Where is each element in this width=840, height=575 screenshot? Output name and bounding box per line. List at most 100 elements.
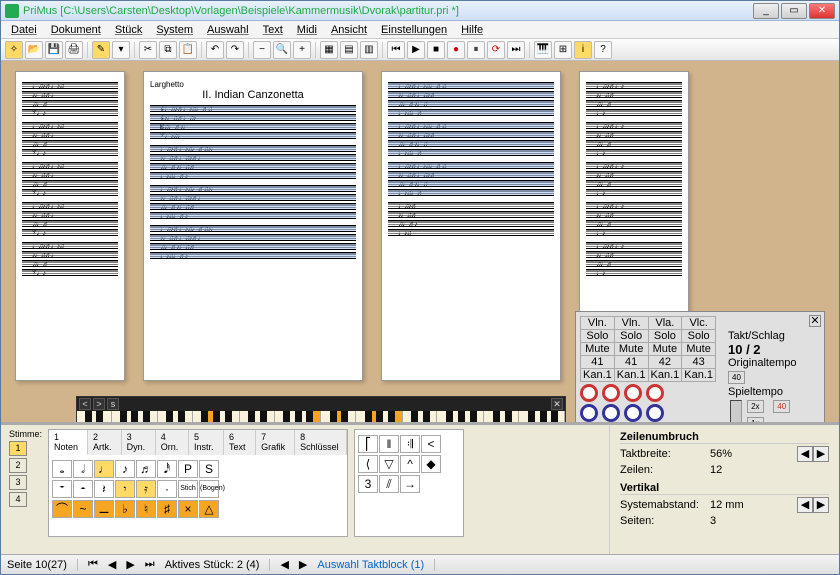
white-key[interactable] [519,411,531,424]
white-key[interactable] [112,411,124,424]
close-button[interactable]: ✕ [809,3,835,19]
tool-flat-icon[interactable]: ♭ [115,500,135,518]
help-button[interactable]: ? [594,41,612,59]
copy-button[interactable]: ⧉ [159,41,177,59]
white-key[interactable] [449,411,461,424]
tab-schluessel[interactable]: 8 Schlüssel [295,430,347,455]
play-button[interactable]: ▶ [407,41,425,59]
white-key[interactable] [77,411,89,424]
white-key[interactable] [368,411,380,424]
piece-prev-button[interactable]: ◀ [280,558,288,571]
kb-s-button[interactable]: s [107,398,119,410]
tab-noten[interactable]: 1 Noten [49,430,88,455]
voice-1-button[interactable]: 1 [9,441,27,456]
mute-button[interactable]: Mute [581,343,615,356]
score-canvas[interactable]: ♩♫♪♬♩♪♫♪♩♫♬♩♫♩♬𝄢 ♩♪ ♩♫♪♬♩♪♫♪♩♫♬♩♫♩♬𝄢 ♩♪ … [1,61,839,424]
menu-datei[interactable]: Datei [5,23,43,37]
tool-natural-icon[interactable]: ♮ [136,500,156,518]
info-button[interactable]: i [574,41,592,59]
crescendo-icon[interactable]: < [421,435,441,453]
maximize-button[interactable]: ▭ [781,3,807,19]
rev-knob[interactable] [580,404,598,422]
view3-button[interactable]: ▥ [360,41,378,59]
kb-next-button[interactable]: > [93,398,105,410]
tab-text[interactable]: 6 Text [224,430,256,455]
white-key[interactable] [228,411,240,424]
zoom-in-button[interactable]: + [293,41,311,59]
nav-last-button[interactable]: ⏭ [145,558,155,571]
tool-sharp-icon[interactable]: ♯ [157,500,177,518]
score-page[interactable]: ♩♫♪♬♩♪♫♩♬♫♪♩♫♬♩♫♪♬♫♩♬♪♩♫♩♪♫♩♬ ♩♫♪♬♩♪♫♩♬♫… [381,71,561,381]
white-key[interactable] [263,411,275,424]
rest-quarter-icon[interactable]: 𝄽 [94,480,114,498]
white-key[interactable] [170,411,182,424]
white-key[interactable] [530,411,542,424]
white-key[interactable] [356,411,368,424]
white-key[interactable] [158,411,170,424]
paste-button[interactable]: 📋 [179,41,197,59]
keyboard-button[interactable]: 🎹 [534,41,552,59]
tuplet-icon[interactable]: 3 [358,475,378,493]
menu-einstellungen[interactable]: Einstellungen [375,23,453,37]
menu-ansicht[interactable]: Ansicht [325,23,373,37]
white-key[interactable] [426,411,438,424]
white-key[interactable] [484,411,496,424]
piano-keys[interactable] [77,411,565,424]
menu-system[interactable]: System [150,23,199,37]
rest-whole-icon[interactable]: 𝄻 [52,480,72,498]
record-button[interactable]: ● [447,41,465,59]
sysabstand-up-button[interactable]: ▶ [813,497,829,513]
pause-label-s[interactable]: S [199,460,219,478]
white-key[interactable] [193,411,205,424]
nav-first-button[interactable]: ⏮ [88,558,98,571]
white-key[interactable] [333,411,345,424]
note-whole-icon[interactable]: 𝅝 [52,460,72,478]
white-key[interactable] [240,411,252,424]
tab-artk[interactable]: 2 Artk. [88,430,122,455]
white-key[interactable] [403,411,415,424]
white-key[interactable] [275,411,287,424]
tremolo-icon[interactable]: ⫽ [379,475,399,493]
speed-2x-button[interactable]: 2x [747,400,763,413]
white-key[interactable] [496,411,508,424]
white-key[interactable] [321,411,333,424]
rest-16th-icon[interactable]: 𝄿 [136,480,156,498]
triangle-icon[interactable]: ▽ [379,455,399,473]
diamond-icon[interactable]: ◆ [421,455,441,473]
rev-knob[interactable] [602,404,620,422]
cut-button[interactable]: ✂ [139,41,157,59]
menu-stueck[interactable]: Stück [109,23,149,37]
tab-grafik[interactable]: 7 Grafik [256,430,295,455]
accent-icon[interactable]: ^ [400,455,420,473]
pause-label-p[interactable]: P [178,460,198,478]
nav-prev-button[interactable]: ◀ [108,558,116,571]
rest-eighth-icon[interactable]: 𝄾 [115,480,135,498]
white-key[interactable] [472,411,484,424]
white-key[interactable] [100,411,112,424]
solo-button[interactable]: Solo [581,330,615,343]
note-16th-icon[interactable]: ♬ [136,460,156,478]
speed-1x-button[interactable]: 1x [747,417,763,424]
doublebar-icon[interactable]: ‖ [379,435,399,453]
voice-4-button[interactable]: 4 [9,492,27,507]
zoom-button[interactable]: 🔍 [273,41,291,59]
note-quarter-icon[interactable]: ♩ [94,460,114,478]
tempo-slider[interactable] [730,400,742,424]
rewind-button[interactable]: ⏮ [387,41,405,59]
hairpin-icon[interactable]: ⟨ [358,455,378,473]
forward-button[interactable]: ⏭ [507,41,525,59]
open-button[interactable]: 📂 [25,41,43,59]
solo-button[interactable]: Solo [648,330,682,343]
white-key[interactable] [379,411,391,424]
tab-dyn[interactable]: 3 Dyn. [122,430,156,455]
bracket-icon[interactable]: ⎡ [358,435,378,453]
score-page[interactable]: ♩♫♪♬♩♪♫♪♩♫♬♩♫♩♬𝄢 ♩♪ ♩♫♪♬♩♪♫♪♩♫♬♩♫♩♬𝄢 ♩♪ … [15,71,125,381]
note-eighth-icon[interactable]: ♪ [115,460,135,478]
pan-knob[interactable] [624,384,642,402]
white-key[interactable] [135,411,147,424]
stich-label[interactable]: Stich [178,480,198,498]
pause-button[interactable]: ⏸ [467,41,485,59]
white-key[interactable] [437,411,449,424]
undo-button[interactable]: ↶ [206,41,224,59]
view1-button[interactable]: ▦ [320,41,338,59]
